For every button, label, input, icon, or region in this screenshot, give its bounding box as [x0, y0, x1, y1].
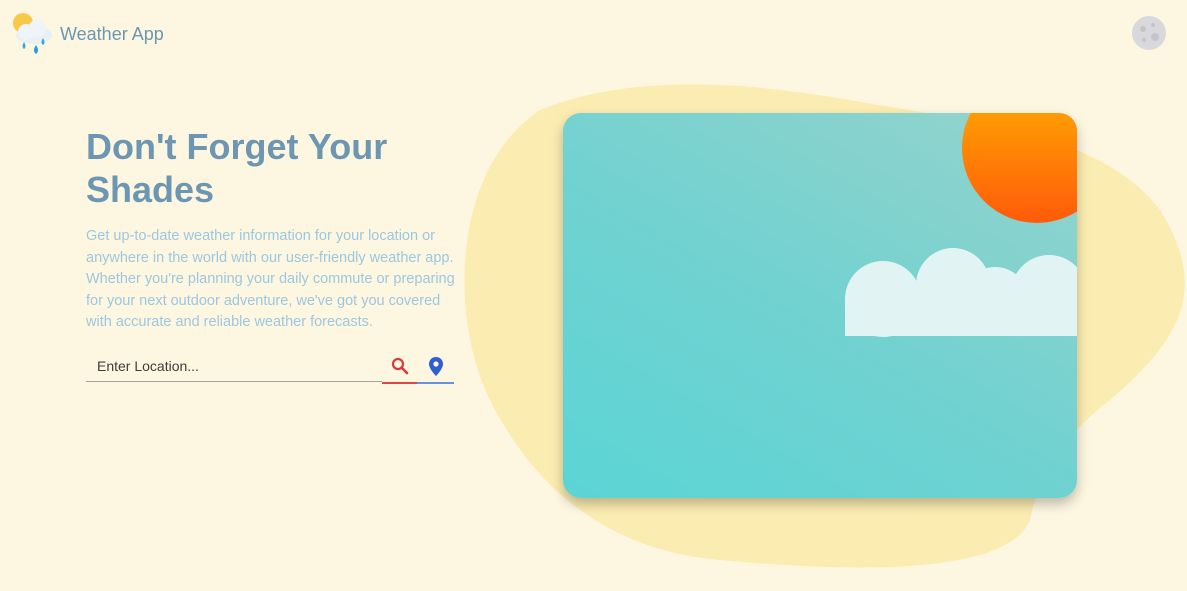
- app-logo[interactable]: Weather App: [10, 12, 164, 56]
- location-input[interactable]: [86, 350, 382, 382]
- hero-description: Get up-to-date weather information for y…: [86, 228, 455, 330]
- search-button[interactable]: [382, 350, 417, 384]
- location-search-bar: [86, 350, 454, 384]
- search-icon: [391, 357, 408, 375]
- sun-shape: [962, 113, 1077, 223]
- location-pin-icon: [428, 356, 443, 376]
- moon-icon: [1132, 16, 1166, 50]
- theme-toggle-button[interactable]: [1131, 15, 1167, 51]
- app-title: Weather App: [60, 23, 164, 44]
- cloud-shape: [845, 248, 1077, 337]
- hero-title: Don't Forget Your Shades: [86, 126, 388, 210]
- sun-cloud-rain-icon: [13, 13, 52, 54]
- current-location-button[interactable]: [417, 350, 454, 384]
- sunny-sky-illustration: [563, 113, 1077, 498]
